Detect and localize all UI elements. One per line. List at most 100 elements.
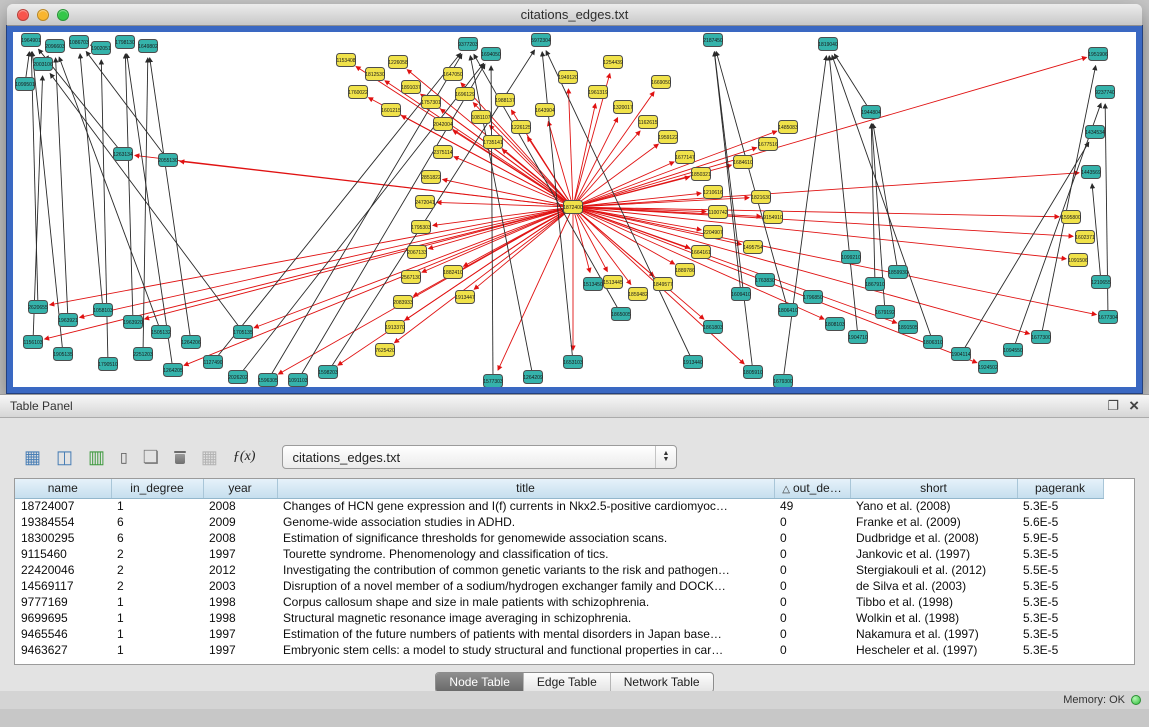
graph-node[interactable]: 1806310: [923, 336, 943, 349]
graph-node[interactable]: 1226125: [511, 121, 531, 134]
graph-node[interactable]: 1891037: [401, 81, 421, 94]
graph-edge[interactable]: [338, 207, 573, 365]
float-panel-icon[interactable]: ❐: [1107, 398, 1119, 414]
graph-node[interactable]: 1805910: [743, 366, 763, 379]
table-cell[interactable]: 5.3E-5: [1017, 498, 1103, 514]
row-options-icon[interactable]: ▯: [120, 447, 128, 467]
table-cell[interactable]: 2009: [203, 514, 277, 530]
graph-node[interactable]: 1264205: [163, 364, 183, 377]
graph-node[interactable]: 1263134: [113, 148, 133, 161]
graph-node[interactable]: 1099501: [15, 78, 35, 91]
graph-edge[interactable]: [783, 56, 826, 381]
graph-node[interactable]: 1094550: [1003, 344, 1023, 357]
graph-node[interactable]: 1819040: [818, 38, 838, 51]
graph-node[interactable]: 1254439: [603, 56, 623, 69]
table-cell[interactable]: 1: [111, 626, 203, 642]
table-cell[interactable]: 2003: [203, 578, 277, 594]
column-header-name[interactable]: name: [15, 479, 111, 498]
graph-node[interactable]: 1850321: [691, 168, 711, 181]
table-cell[interactable]: 18724007: [15, 498, 111, 514]
table-cell[interactable]: Tourette syndrome. Phenomenology and cla…: [277, 546, 774, 562]
graph-node[interactable]: 1760022: [348, 86, 368, 99]
graph-node[interactable]: 1821630: [751, 191, 771, 204]
graph-node[interactable]: 1904114: [951, 348, 970, 361]
graph-node[interactable]: 1963920: [123, 316, 143, 329]
graph-edge[interactable]: [528, 137, 573, 207]
graph-node[interactable]: 1849577: [653, 278, 673, 291]
graph-node[interactable]: 1127490: [203, 356, 222, 369]
table-cell[interactable]: 0: [774, 530, 850, 546]
graph-node[interactable]: 2620655: [28, 301, 48, 314]
graph-edge[interactable]: [184, 207, 573, 365]
close-panel-icon[interactable]: ×: [1129, 399, 1139, 413]
table-cell[interactable]: 19384554: [15, 514, 111, 530]
table-cell[interactable]: 2: [111, 578, 203, 594]
graph-node[interactable]: 1806410: [778, 304, 798, 317]
table-cell[interactable]: 0: [774, 594, 850, 610]
graph-node[interactable]: 1891505: [898, 321, 918, 334]
graph-node[interactable]: 1264209: [523, 371, 543, 384]
graph-node[interactable]: 1091506: [1068, 254, 1088, 267]
graph-node[interactable]: 1796850: [803, 291, 823, 304]
graph-node[interactable]: 1988137: [495, 94, 515, 107]
graph-node[interactable]: 2055130: [158, 154, 178, 167]
create-table-icon[interactable]: ❏: [143, 447, 159, 467]
graph-node[interactable]: 1798130: [115, 36, 135, 49]
table-cell[interactable]: Estimation of the future numbers of pati…: [277, 626, 774, 642]
graph-node[interactable]: 1889786: [675, 264, 695, 277]
graph-edge[interactable]: [834, 54, 871, 112]
graph-edge[interactable]: [573, 207, 590, 272]
graph-node[interactable]: 1443569: [1081, 166, 1101, 179]
graph-node[interactable]: 9237740: [1095, 86, 1115, 99]
graph-node[interactable]: 1959122: [658, 131, 678, 144]
table-cell[interactable]: Jankovic et al. (1997): [850, 546, 1017, 562]
graph-node[interactable]: 1513450: [583, 278, 603, 291]
graph-edge[interactable]: [491, 66, 493, 381]
table-cell[interactable]: 5.3E-5: [1017, 594, 1103, 610]
table-cell[interactable]: Structural magnetic resonance image aver…: [277, 610, 774, 626]
table-cell[interactable]: Investigating the contribution of common…: [277, 562, 774, 578]
graph-node[interactable]: 1913440: [683, 356, 703, 369]
graph-edge[interactable]: [714, 52, 741, 294]
graph-node[interactable]: 1513445: [603, 276, 623, 289]
graph-node[interactable]: 1081107: [471, 111, 490, 124]
table-cell[interactable]: Yano et al. (2008): [850, 498, 1017, 514]
table-cell[interactable]: 5.9E-5: [1017, 530, 1103, 546]
graph-edge[interactable]: [573, 57, 1086, 207]
graph-node[interactable]: 2251203: [133, 348, 153, 361]
graph-node[interactable]: 1100742: [708, 206, 727, 219]
graph-node[interactable]: 2204907: [703, 226, 723, 239]
close-window-button[interactable]: [17, 9, 29, 21]
graph-node[interactable]: 1961319: [588, 86, 608, 99]
table-cell[interactable]: 0: [774, 610, 850, 626]
table-cell[interactable]: 49: [774, 498, 850, 514]
graph-edge[interactable]: [1041, 66, 1096, 337]
table-cell[interactable]: 2: [111, 546, 203, 562]
graph-node[interactable]: 1694050: [481, 48, 501, 61]
graph-node[interactable]: 1905135: [53, 348, 73, 361]
graph-edge[interactable]: [573, 207, 824, 319]
graph-node[interactable]: 1679300: [773, 375, 793, 388]
zoom-window-button[interactable]: [57, 9, 69, 21]
function-builder-icon[interactable]: ƒ(x): [233, 447, 256, 467]
graph-node[interactable]: 1609410: [731, 288, 751, 301]
table-cell[interactable]: Disruption of a novel member of a sodium…: [277, 578, 774, 594]
graph-node[interactable]: 1684610: [733, 156, 753, 169]
graph-node[interactable]: 1861803: [703, 321, 723, 334]
graph-node[interactable]: 1598203: [318, 366, 338, 379]
table-cell[interactable]: 14569117: [15, 578, 111, 594]
graph-edge[interactable]: [573, 118, 618, 207]
network-canvas[interactable]: 1872400115340818125301760022122605818910…: [13, 32, 1136, 387]
graph-node[interactable]: 1949120: [558, 71, 578, 84]
tab-node-table[interactable]: Node Table: [436, 673, 523, 692]
graph-node[interactable]: 1210616: [703, 186, 723, 199]
graph-node[interactable]: 5972304: [531, 34, 551, 47]
graph-node[interactable]: 1596305: [258, 374, 278, 387]
table-row[interactable]: 2242004622012Investigating the contribut…: [15, 562, 1134, 578]
graph-node[interactable]: 1859482: [628, 288, 648, 301]
graph-edge[interactable]: [573, 207, 1059, 217]
graph-edge[interactable]: [829, 56, 858, 337]
graph-node[interactable]: 1924502: [978, 361, 998, 374]
graph-node[interactable]: 1653103: [563, 356, 583, 369]
table-cell[interactable]: Franke et al. (2009): [850, 514, 1017, 530]
